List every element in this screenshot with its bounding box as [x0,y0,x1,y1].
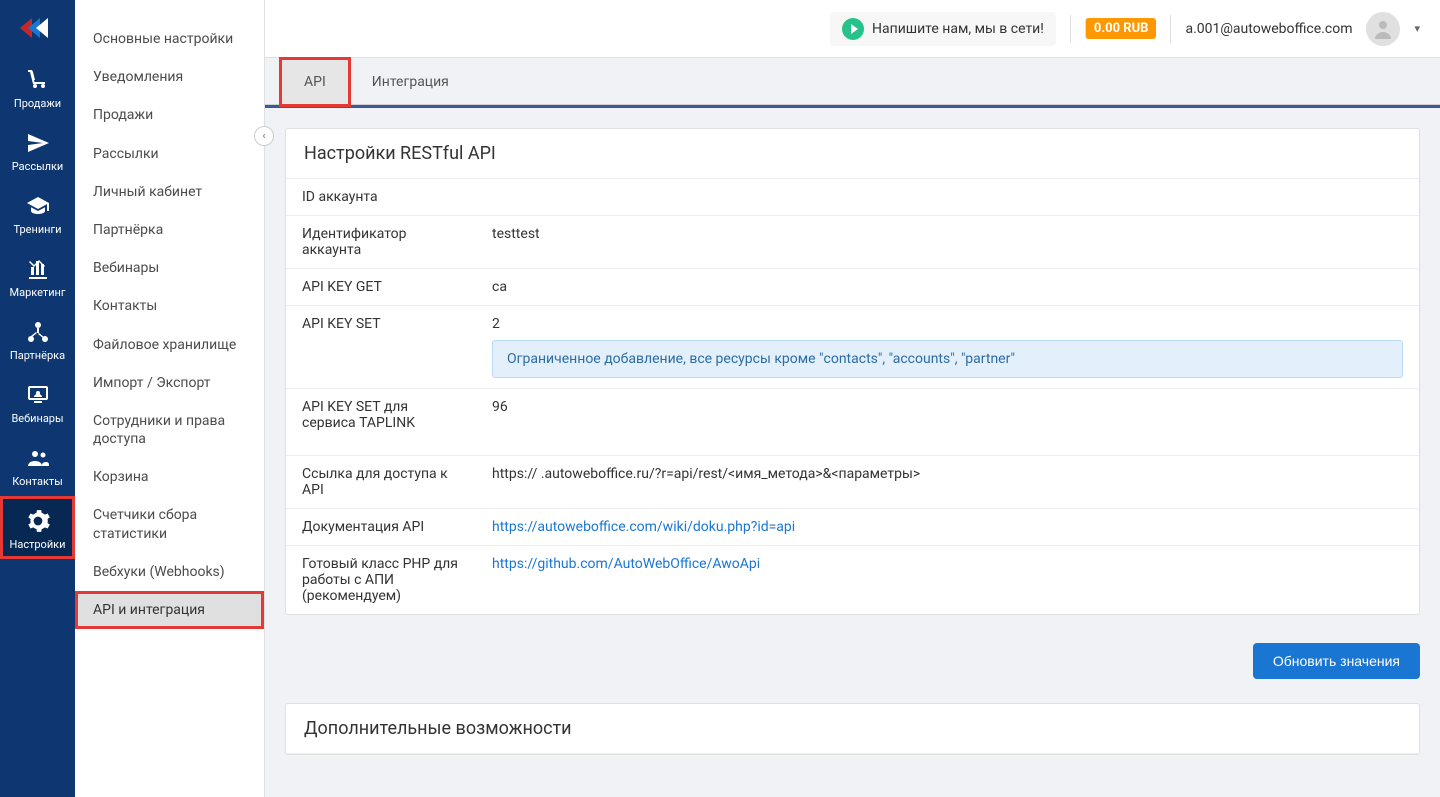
row-api-link: Ссылка для доступа к API https:// .autow… [286,456,1419,509]
panel-title: Настройки RESTful API [286,129,1419,179]
logo [0,0,75,55]
label: API KEY SET для сервиса TAPLINK [286,389,476,442]
nav-label: Рассылки [12,160,64,173]
label: Идентификатор аккаунта [286,216,476,269]
sidebar-item-mailings[interactable]: Рассылки [75,135,264,173]
stats-icon [25,256,51,282]
label: ID аккаунта [286,179,476,216]
separator [1170,15,1171,43]
sidebar-item-general[interactable]: Основные настройки [75,20,264,58]
chat-widget[interactable]: Напишите нам, мы в сети! [830,12,1056,46]
sidebar-item-sales[interactable]: Продажи [75,96,264,134]
row-key-taplink: API KEY SET для сервиса TAPLINK 96 [286,389,1419,442]
main-area: Напишите нам, мы в сети! 0.00 RUB a.001@… [265,0,1440,797]
nav-label: Настройки [10,538,66,551]
nav-mailings[interactable]: Рассылки [0,118,75,181]
sidebar-item-import[interactable]: Импорт / Экспорт [75,364,264,402]
nav-partner[interactable]: Партнёрка [0,307,75,370]
icon-sidebar: Продажи Рассылки Тренинги Маркетинг Парт… [0,0,75,797]
nav-marketing[interactable]: Маркетинг [0,244,75,307]
value [476,179,1419,216]
nav-label: Вебинары [11,412,63,425]
webinar-icon [25,382,51,408]
row-php: Готовый класс PHP для работы с АПИ (реко… [286,546,1419,615]
avatar[interactable] [1366,12,1400,46]
balance-badge[interactable]: 0.00 RUB [1085,18,1157,39]
nav-trainings[interactable]: Тренинги [0,181,75,244]
label: Готовый класс PHP для работы с АПИ (реко… [286,546,476,615]
tree-icon [25,319,51,345]
sidebar-item-storage[interactable]: Файловое хранилище [75,326,264,364]
nav-sales[interactable]: Продажи [0,55,75,118]
sidebar-item-partner[interactable]: Партнёрка [75,211,264,249]
nav-label: Продажи [14,97,61,110]
php-link[interactable]: https://github.com/AutoWebOffice/AwoApi [492,556,760,572]
row-identifier: Идентификатор аккаунта testtest [286,216,1419,269]
sidebar-item-counters[interactable]: Счетчики сбора статистики [75,496,264,552]
api-links-table: Ссылка для доступа к API https:// .autow… [286,455,1419,614]
update-button[interactable]: Обновить значения [1253,643,1420,679]
info-box: Ограниченное добавление, все ресурсы кро… [492,340,1403,378]
value: ca [476,269,1419,306]
label: API KEY GET [286,269,476,306]
topbar: Напишите нам, мы в сети! 0.00 RUB a.001@… [265,0,1440,58]
sidebar-item-trash[interactable]: Корзина [75,458,264,496]
sidebar-item-cabinet[interactable]: Личный кабинет [75,173,264,211]
nav-label: Партнёрка [10,349,65,362]
label: Документация API [286,509,476,546]
nav-settings[interactable]: Настройки [0,496,75,559]
chat-play-icon [842,18,864,40]
value: 96 [476,389,1419,442]
value: https:// .autoweboffice.ru/?r=api/rest/<… [476,456,1419,509]
user-email: a.001@autoweboffice.com [1185,21,1352,37]
panel-restful: Настройки RESTful API ID аккаунта Иденти… [285,128,1420,615]
tab-integration[interactable]: Интеграция [349,59,472,105]
user-menu-caret-icon[interactable]: ▾ [1414,22,1420,35]
graduation-icon [25,193,51,219]
row-doc: Документация API https://autoweboffice.c… [286,509,1419,546]
gear-icon [25,508,51,534]
text-sidebar: ‹ Основные настройки Уведомления Продажи… [75,0,265,797]
nav-contacts[interactable]: Контакты [0,433,75,496]
sidebar-item-staff[interactable]: Сотрудники и права доступа [75,402,264,458]
label: Ссылка для доступа к API [286,456,476,509]
action-row: Обновить значения [285,637,1420,697]
send-icon [25,130,51,156]
nav-webinars[interactable]: Вебинары [0,370,75,433]
chat-text: Напишите нам, мы в сети! [872,21,1044,37]
row-account-id: ID аккаунта [286,179,1419,216]
content: Настройки RESTful API ID аккаунта Иденти… [265,108,1440,797]
panel-extra: Дополнительные возможности [285,703,1420,755]
doc-link[interactable]: https://autoweboffice.com/wiki/doku.php?… [492,519,795,535]
sidebar-item-webhooks[interactable]: Вебхуки (Webhooks) [75,553,264,591]
value: 2 [492,316,500,332]
value: testtest [476,216,1419,269]
sidebar-item-notifications[interactable]: Уведомления [75,58,264,96]
nav-label: Маркетинг [10,286,66,299]
tabbar: API Интеграция [265,58,1440,105]
user-icon [1371,17,1395,41]
tab-api[interactable]: API [281,59,349,105]
row-key-set: API KEY SET 2 Ограниченное добавление, в… [286,306,1419,389]
sidebar-item-contacts[interactable]: Контакты [75,287,264,325]
value-cell: 2 Ограниченное добавление, все ресурсы к… [476,306,1419,389]
row-key-get: API KEY GET ca [286,269,1419,306]
sidebar-item-webinars[interactable]: Вебинары [75,249,264,287]
collapse-handle[interactable]: ‹ [254,126,274,146]
api-settings-table: ID аккаунта Идентификатор аккаунта testt… [286,179,1419,441]
people-icon [25,445,51,471]
separator [1070,15,1071,43]
label: API KEY SET [286,306,476,389]
cart-icon [25,67,51,93]
nav-label: Тренинги [14,223,62,236]
sidebar-item-api[interactable]: API и интеграция [75,591,264,629]
nav-label: Контакты [12,475,63,488]
